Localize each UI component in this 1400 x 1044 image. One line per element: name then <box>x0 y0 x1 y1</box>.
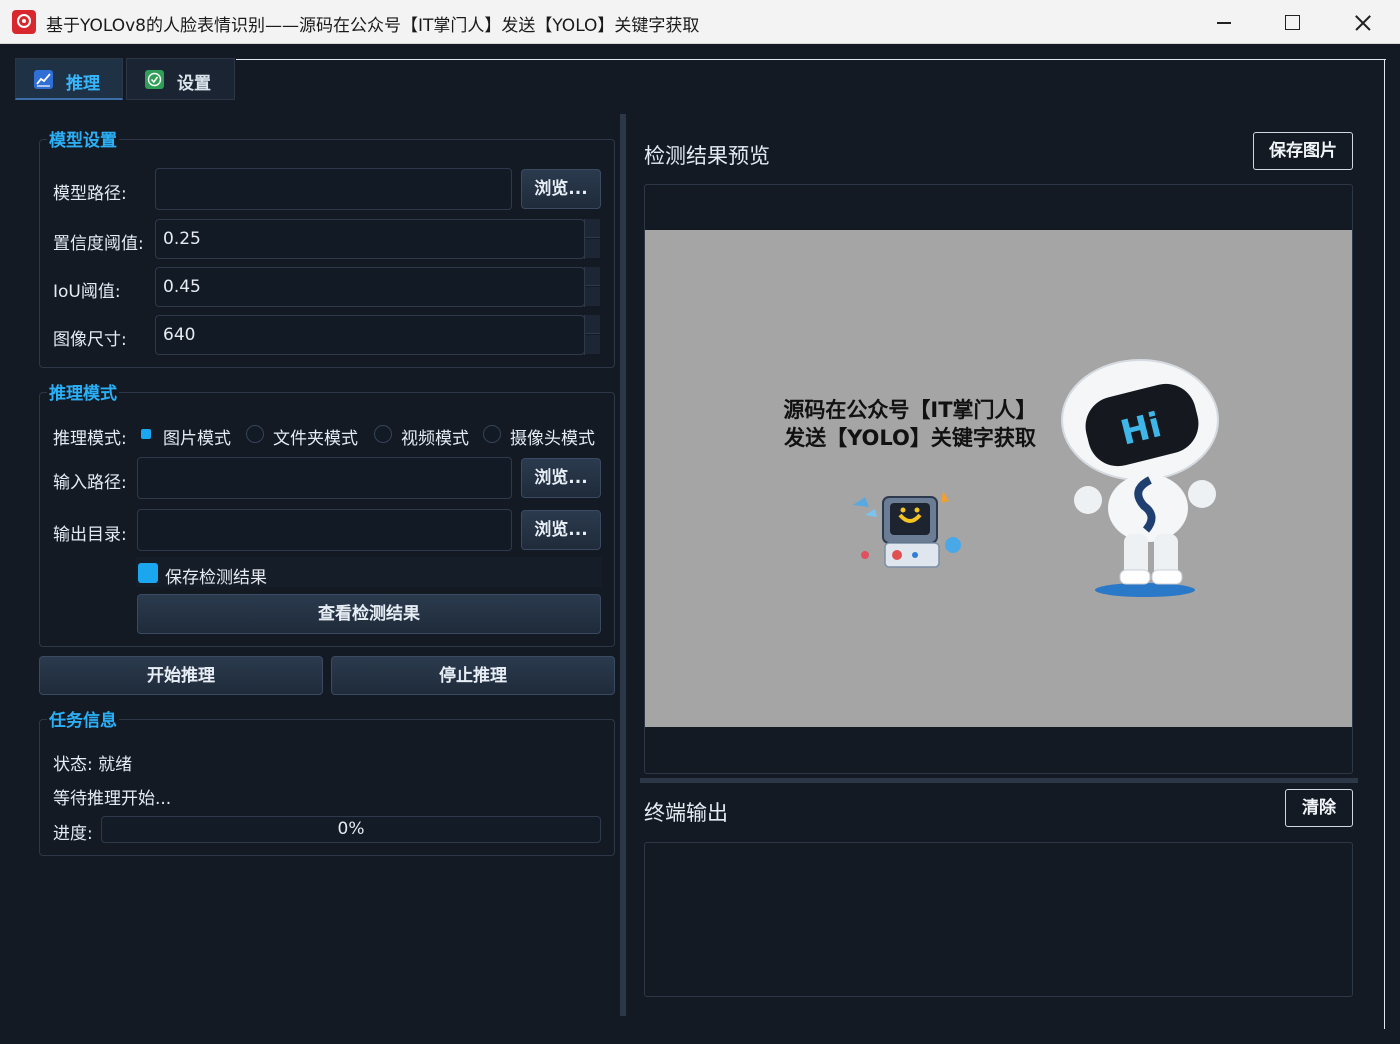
input-path-label: 输入路径: <box>53 473 127 493</box>
clear-button[interactable]: 清除 <box>1285 789 1353 827</box>
spin-down-icon[interactable] <box>585 287 600 306</box>
tv-mascot-icon <box>853 491 961 568</box>
iou-spinbox[interactable]: 0.45 <box>155 267 585 307</box>
mode-label: 推理模式: <box>53 429 127 449</box>
tab-inference-label: 推理 <box>66 74 100 94</box>
radio-camera-mode[interactable] <box>483 425 501 443</box>
input-browse-button[interactable]: 浏览... <box>521 458 601 498</box>
terminal-title: 终端输出 <box>644 801 728 825</box>
radio-video-mode-label[interactable]: 视频模式 <box>401 424 469 449</box>
iou-label: IoU阈值: <box>53 282 121 302</box>
spin-down-icon[interactable] <box>585 239 600 258</box>
inference-mode-title: 推理模式 <box>47 379 119 404</box>
iou-spinner[interactable] <box>584 267 600 307</box>
status-text: 状态: 就绪 <box>53 755 133 775</box>
radio-image-mode-label[interactable]: 图片模式 <box>163 424 231 449</box>
preview-image: 源码在公众号【IT掌门人】 发送【YOLO】关键字获取 Hi <box>645 230 1352 727</box>
radio-camera-mode-label[interactable]: 摄像头模式 <box>510 424 595 449</box>
progress-bar: 0% <box>101 816 601 843</box>
view-results-button[interactable]: 查看检测结果 <box>137 594 601 634</box>
confidence-label: 置信度阈值: <box>53 234 144 254</box>
task-info-title: 任务信息 <box>47 706 119 731</box>
chart-icon <box>34 70 53 89</box>
preview-title: 检测结果预览 <box>644 144 770 168</box>
save-results-label[interactable]: 保存检测结果 <box>165 563 267 588</box>
radio-video-mode[interactable] <box>374 425 392 443</box>
promo-line-1: 源码在公众号【IT掌门人】 <box>783 398 1037 422</box>
confidence-spinner[interactable] <box>584 219 600 259</box>
maximize-icon <box>1285 15 1300 30</box>
output-browse-button[interactable]: 浏览... <box>521 510 601 550</box>
radio-image-mode[interactable] <box>141 429 151 439</box>
tab-settings[interactable]: 设置 <box>126 58 235 100</box>
image-size-spinner[interactable] <box>584 315 600 355</box>
stop-inference-button[interactable]: 停止推理 <box>331 656 615 695</box>
tab-settings-label: 设置 <box>177 74 211 94</box>
save-image-button[interactable]: 保存图片 <box>1253 132 1353 170</box>
app-logo-icon <box>12 10 36 34</box>
tab-inference[interactable]: 推理 <box>15 58 123 100</box>
radio-folder-mode[interactable] <box>246 425 264 443</box>
robot-mascot-icon: Hi <box>1061 359 1219 597</box>
check-badge-icon <box>145 70 164 89</box>
tab-divider <box>236 59 1386 60</box>
minimize-icon <box>1217 22 1231 24</box>
close-button[interactable] <box>1330 0 1396 44</box>
input-path-field[interactable] <box>137 457 512 499</box>
model-settings-title: 模型设置 <box>47 126 119 151</box>
promo-line-2: 发送【YOLO】关键字获取 <box>784 426 1036 450</box>
model-path-label: 模型路径: <box>53 184 127 204</box>
image-size-spinbox[interactable]: 640 <box>155 315 585 355</box>
window-title: 基于YOLOv8的人脸表情识别——源码在公众号【IT掌门人】发送【YOLO】关键… <box>46 16 700 36</box>
spin-down-icon[interactable] <box>585 335 600 354</box>
terminal-output[interactable] <box>644 842 1353 997</box>
output-dir-field[interactable] <box>137 509 512 551</box>
spin-up-icon[interactable] <box>585 315 600 334</box>
confidence-spinbox[interactable]: 0.25 <box>155 219 585 259</box>
status-message: 等待推理开始... <box>53 789 172 809</box>
image-size-label: 图像尺寸: <box>53 330 127 350</box>
maximize-button[interactable] <box>1258 0 1324 44</box>
spin-up-icon[interactable] <box>585 219 600 238</box>
horizontal-splitter[interactable] <box>640 778 1358 783</box>
save-results-checkbox[interactable] <box>138 563 158 583</box>
vertical-splitter[interactable] <box>620 114 626 1016</box>
promo-text: 源码在公众号【IT掌门人】 发送【YOLO】关键字获取 <box>760 396 1060 452</box>
start-inference-button[interactable]: 开始推理 <box>39 656 323 695</box>
model-path-input[interactable] <box>155 168 512 210</box>
tab-pane-border <box>1384 59 1385 1029</box>
minimize-button[interactable] <box>1190 0 1256 44</box>
output-dir-label: 输出目录: <box>53 525 127 545</box>
progress-label: 进度: <box>53 824 93 844</box>
title-bar: 基于YOLOv8的人脸表情识别——源码在公众号【IT掌门人】发送【YOLO】关键… <box>0 0 1400 44</box>
radio-folder-mode-label[interactable]: 文件夹模式 <box>273 424 358 449</box>
spin-up-icon[interactable] <box>585 267 600 286</box>
model-browse-button[interactable]: 浏览... <box>521 169 601 209</box>
